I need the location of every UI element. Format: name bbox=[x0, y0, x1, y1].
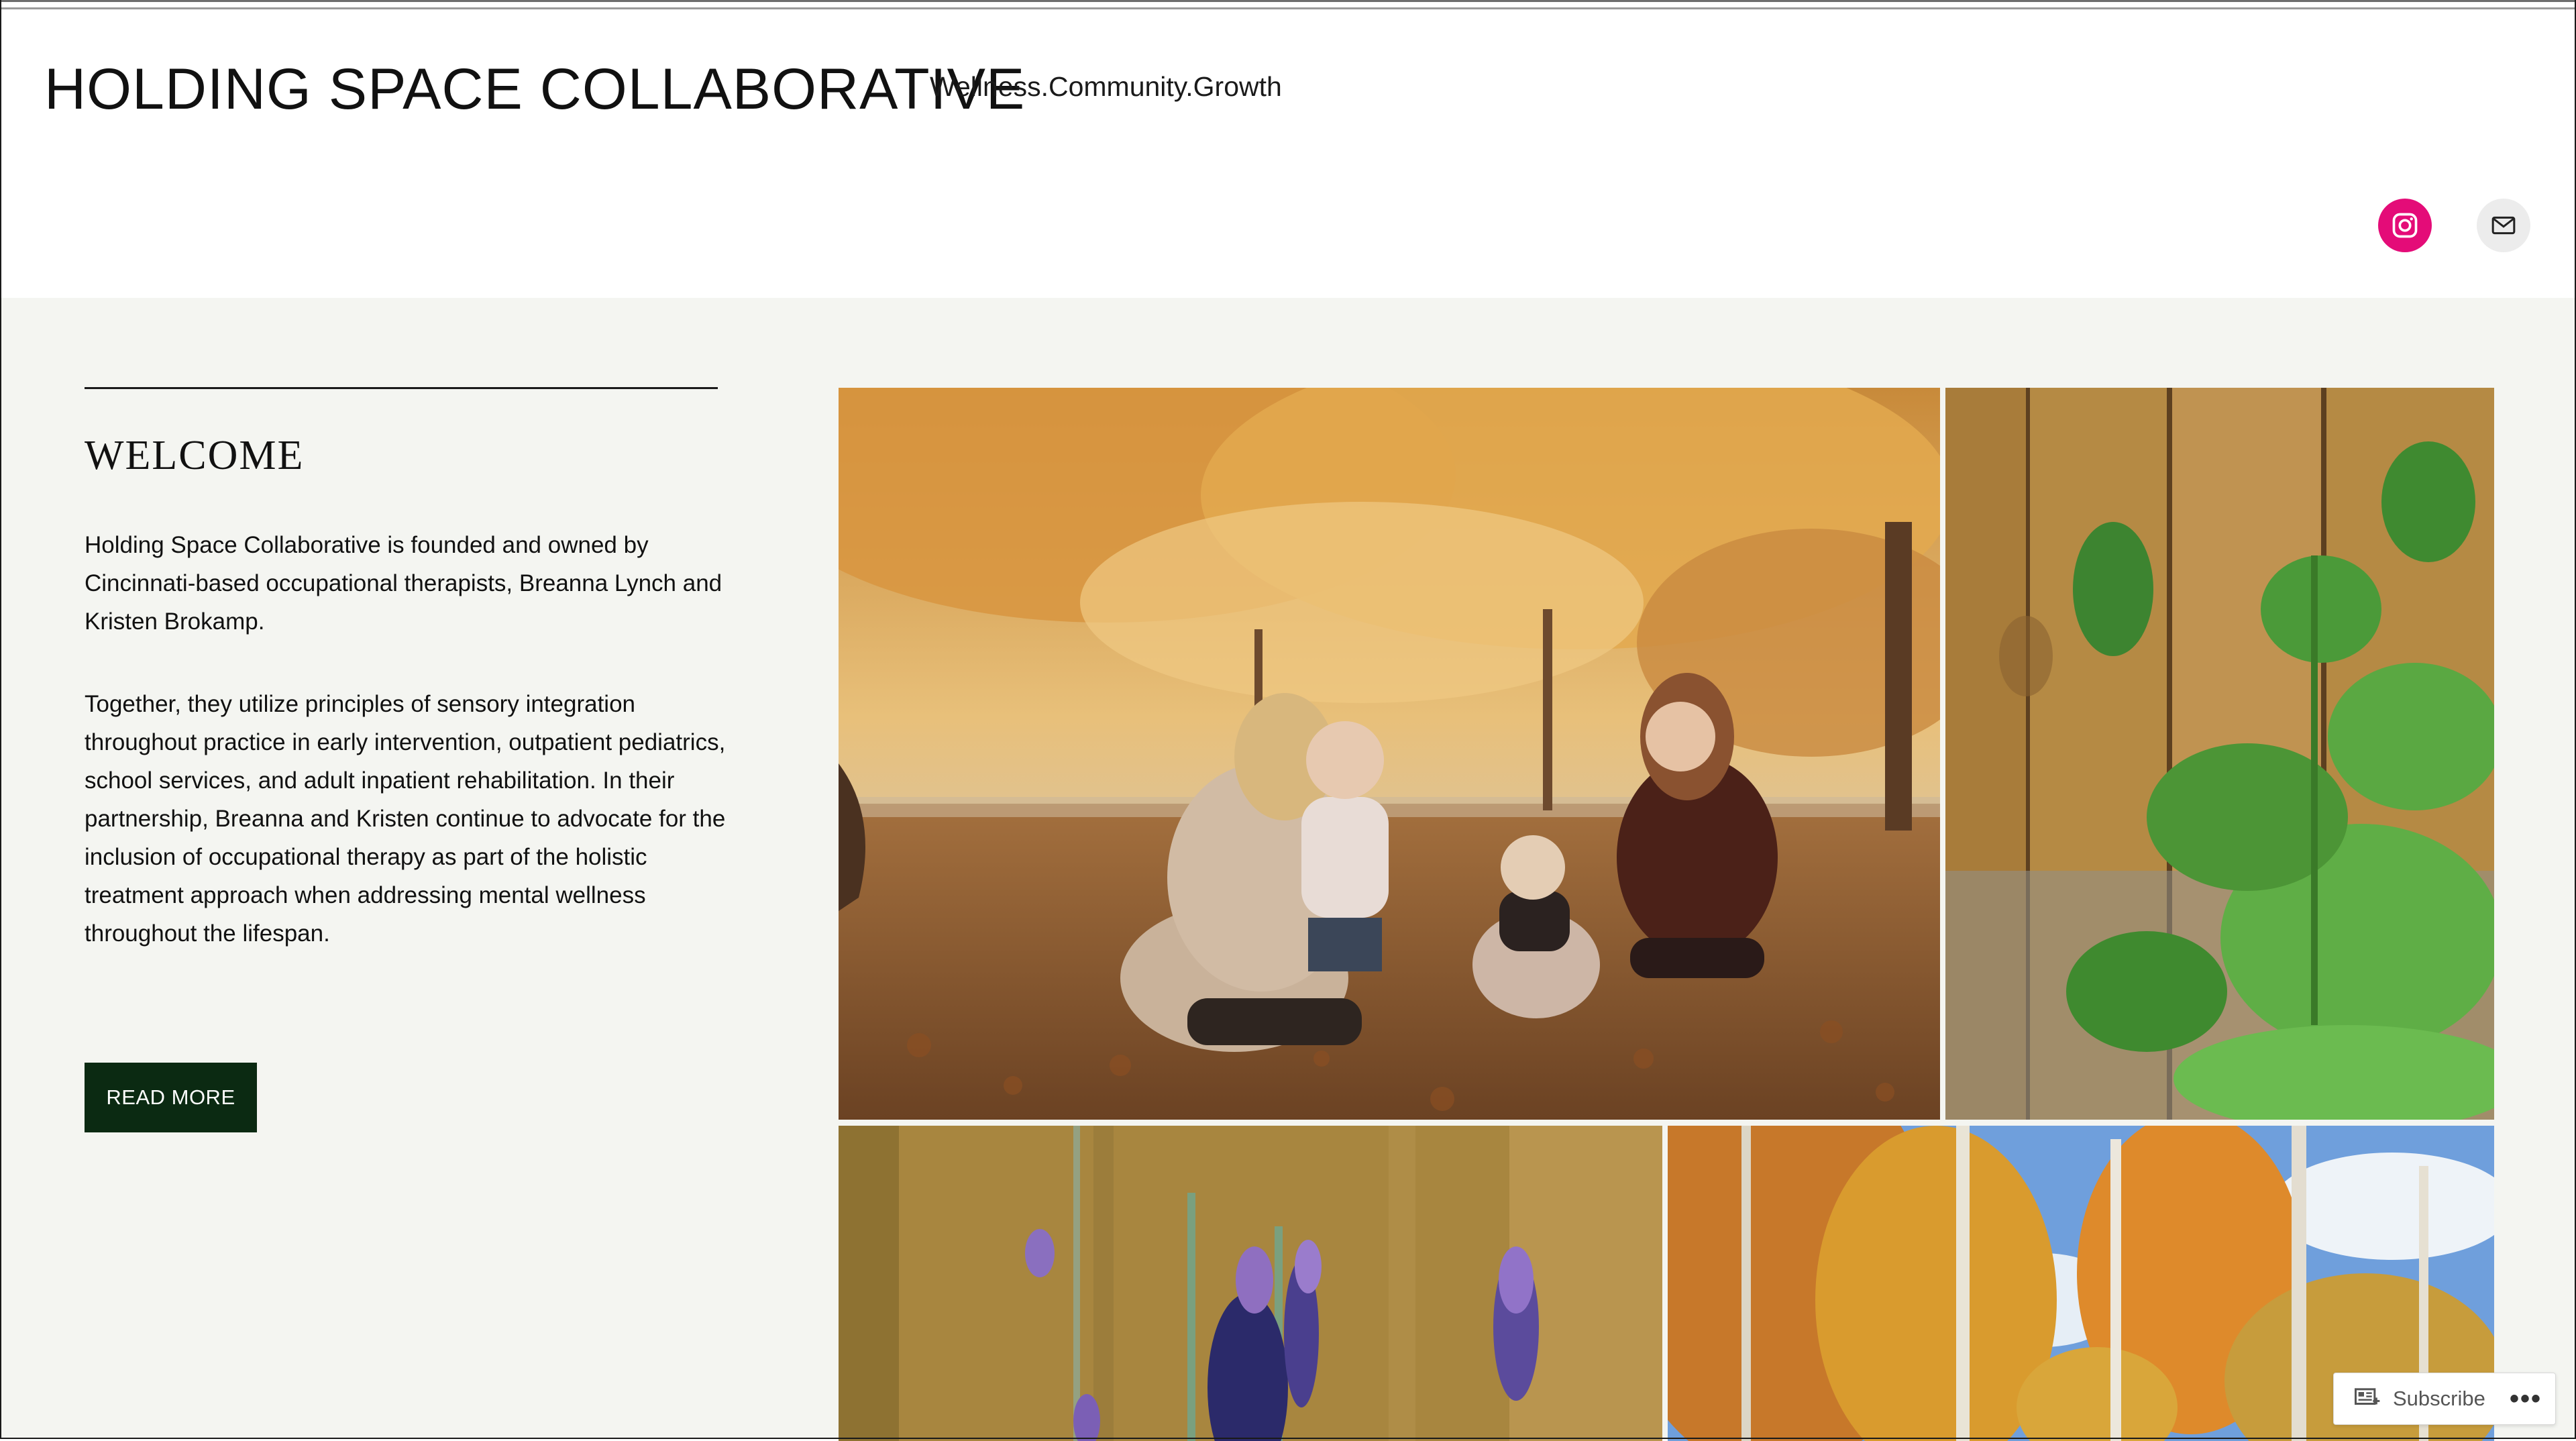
mail-icon bbox=[2491, 216, 2516, 235]
instagram-link[interactable] bbox=[2378, 199, 2432, 252]
subscribe-button[interactable]: Subscribe bbox=[2334, 1373, 2485, 1424]
browser-top-edge bbox=[0, 0, 2576, 9]
gallery-image-autumn-family[interactable] bbox=[839, 388, 1940, 1120]
instagram-icon bbox=[2392, 213, 2418, 238]
read-more-button[interactable]: READ MORE bbox=[85, 1063, 257, 1132]
section-divider bbox=[85, 387, 718, 389]
mail-link[interactable] bbox=[2477, 199, 2530, 252]
main-content: WELCOME Holding Space Collaborative is f… bbox=[1, 298, 2575, 1441]
autumn-family-illustration bbox=[839, 388, 1940, 1120]
welcome-paragraph-2: Together, they utilize principles of sen… bbox=[85, 691, 726, 947]
welcome-heading: WELCOME bbox=[85, 433, 305, 478]
site-title[interactable]: HOLDING SPACE COLLABORATIVE bbox=[44, 56, 1025, 123]
welcome-paragraph-1: Holding Space Collaborative is founded a… bbox=[85, 532, 722, 635]
site-header: HOLDING SPACE COLLABORATIVE Wellness.Com… bbox=[0, 9, 2576, 298]
site-tagline: Wellness.Community.Growth bbox=[930, 71, 1282, 102]
gallery-image-lavender[interactable] bbox=[839, 1126, 1662, 1441]
subscribe-label: Subscribe bbox=[2393, 1387, 2485, 1410]
more-options-button[interactable]: ••• bbox=[2510, 1383, 2542, 1415]
lavender-illustration bbox=[839, 1126, 1662, 1441]
gallery-image-mint-plant[interactable] bbox=[1945, 388, 2494, 1120]
subscribe-bar: Subscribe ••• bbox=[2333, 1373, 2556, 1425]
mint-plant-illustration bbox=[1945, 388, 2494, 1120]
reader-subscribe-icon bbox=[2355, 1388, 2380, 1405]
